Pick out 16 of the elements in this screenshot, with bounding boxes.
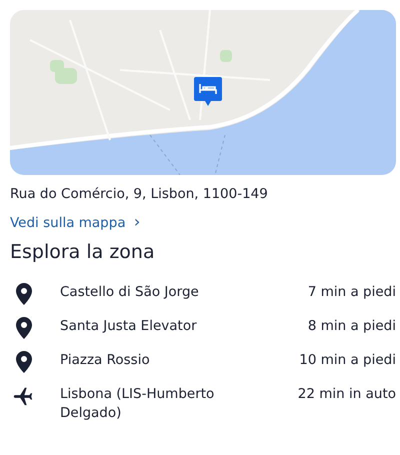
- section-heading: Esplora la zona: [10, 241, 156, 263]
- place-name: Castello di São Jorge: [60, 283, 200, 302]
- location-pin-icon: [16, 317, 32, 339]
- place-name: Piazza Rossio: [60, 351, 151, 370]
- view-on-map-link[interactable]: Vedi sulla mappa ›: [10, 212, 140, 231]
- location-pin-icon: [16, 283, 32, 305]
- location-pin-icon: [16, 351, 32, 373]
- hotel-marker-icon[interactable]: [194, 77, 222, 107]
- airplane-icon: [12, 385, 34, 407]
- travel-time: 10 min a piedi: [299, 351, 396, 370]
- place-name: Santa Justa Elevator: [60, 317, 198, 336]
- place-name: Lisbona (LIS-Humberto Delgado): [60, 385, 216, 423]
- travel-time: 22 min in auto: [298, 385, 396, 404]
- address-text: Rua do Comércio, 9, Lisbon, 1100-149: [10, 186, 269, 202]
- travel-time: 7 min a piedi: [308, 283, 396, 302]
- travel-time: 8 min a piedi: [308, 317, 396, 336]
